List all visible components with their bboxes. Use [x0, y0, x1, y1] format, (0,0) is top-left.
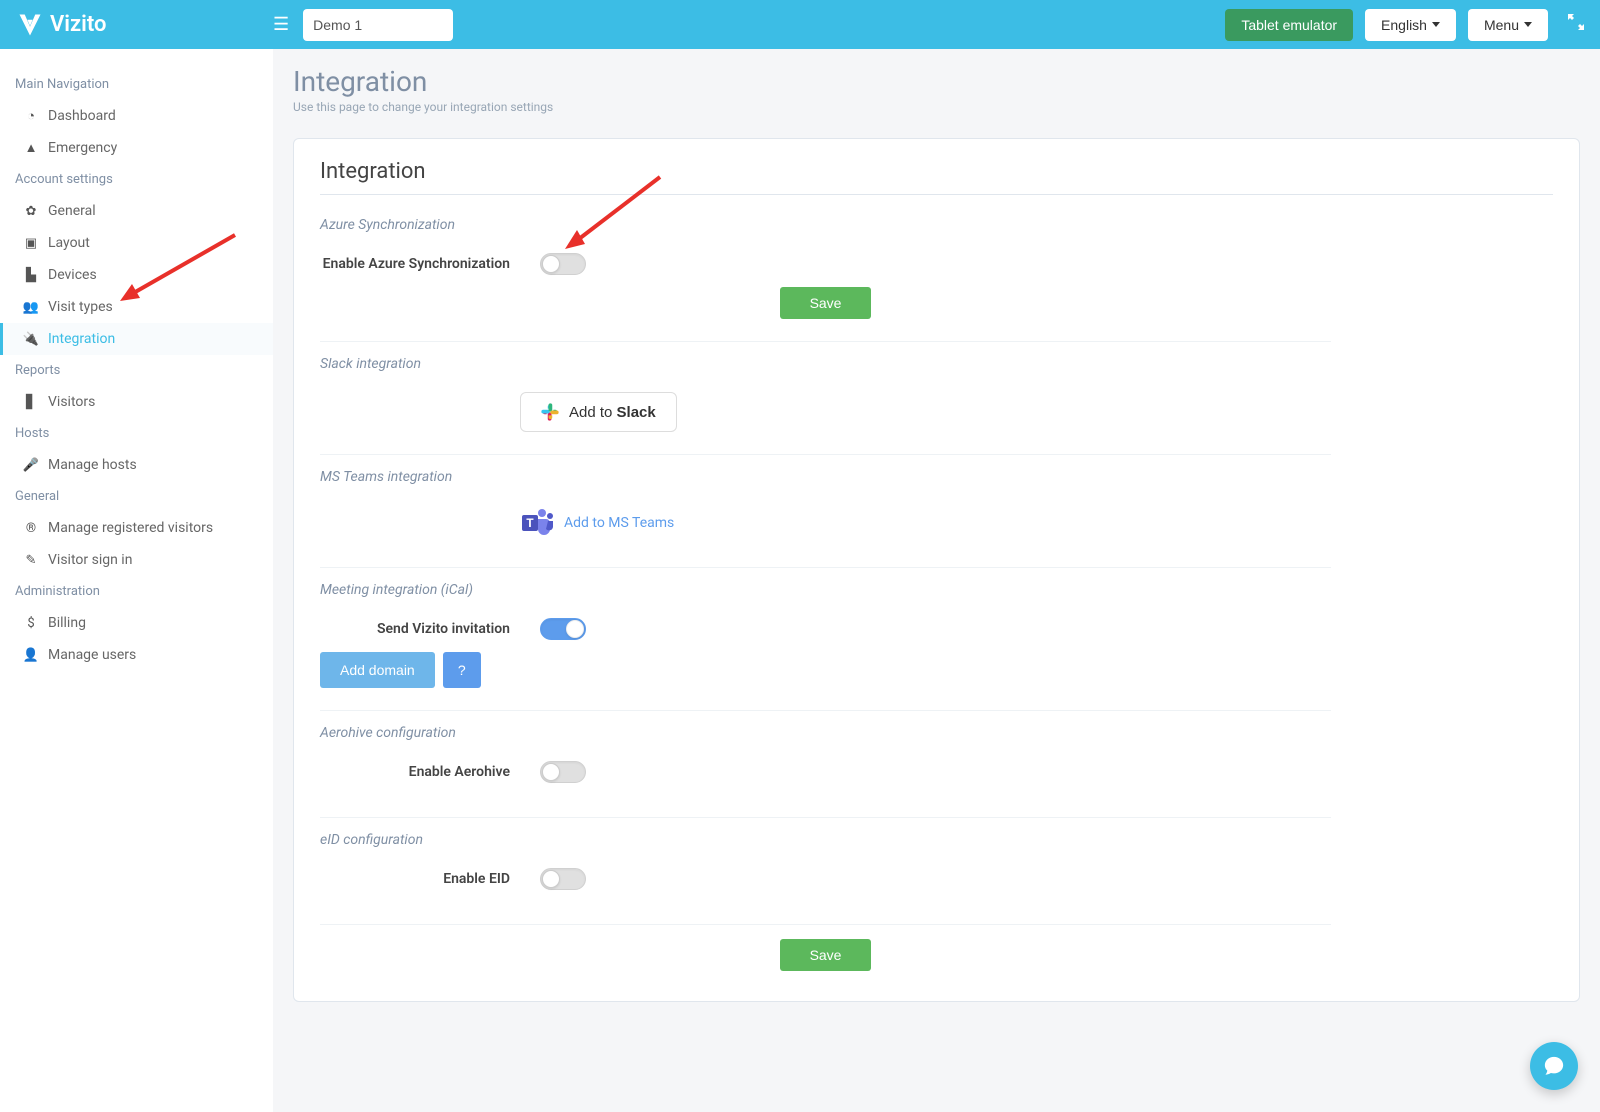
aerohive-toggle[interactable]: [540, 761, 586, 783]
logo-text: Vizito: [50, 12, 106, 37]
sidebar-item-devices[interactable]: ▙Devices: [0, 259, 273, 291]
fullscreen-icon[interactable]: [1568, 14, 1584, 35]
plug-icon: 🔌: [22, 332, 40, 347]
site-selector[interactable]: [303, 9, 453, 41]
chat-bubble-button[interactable]: [1530, 1042, 1578, 1090]
eid-toggle[interactable]: [540, 868, 586, 890]
teams-section: MS Teams integration T Add to MS Teams: [320, 455, 1331, 568]
users-icon: 👥: [22, 300, 40, 315]
dollar-icon: $: [22, 616, 40, 631]
hamburger-icon[interactable]: ☰: [273, 14, 289, 35]
tablet-emulator-button[interactable]: Tablet emulator: [1225, 9, 1353, 41]
sidebar-item-manage-users[interactable]: 👤Manage users: [0, 639, 273, 671]
sidebar: Main Navigation ◔Dashboard ▲Emergency Ac…: [0, 49, 273, 1112]
language-dropdown[interactable]: English: [1365, 9, 1456, 41]
sidebar-item-emergency[interactable]: ▲Emergency: [0, 132, 273, 164]
bottom-save-button[interactable]: Save: [780, 939, 872, 971]
sidebar-item-visit-types[interactable]: 👥Visit types: [0, 291, 273, 323]
aerohive-section-title: Aerohive configuration: [320, 725, 1331, 741]
eid-section: eID configuration Enable EID: [320, 818, 1331, 925]
user-plus-icon: 👤: [22, 648, 40, 663]
add-domain-button[interactable]: Add domain: [320, 652, 435, 688]
slack-icon: [541, 403, 559, 421]
ical-toggle[interactable]: [540, 618, 586, 640]
sidebar-item-manage-hosts[interactable]: 🎤Manage hosts: [0, 449, 273, 481]
teams-section-title: MS Teams integration: [320, 469, 1331, 485]
sidebar-item-visitor-signin[interactable]: ✎Visitor sign in: [0, 544, 273, 576]
nav-section-main: Main Navigation: [0, 69, 273, 100]
page-title: Integration: [293, 65, 1580, 98]
ical-toggle-label: Send Vizito invitation: [372, 621, 510, 637]
add-to-slack-button[interactable]: Add to Slack: [520, 392, 677, 432]
svg-text:T: T: [526, 516, 534, 530]
chat-icon: [1543, 1055, 1565, 1077]
sidebar-item-general[interactable]: ✿General: [0, 195, 273, 227]
vizito-logo-icon: [16, 11, 44, 39]
caret-down-icon: [1432, 22, 1440, 27]
teams-icon: T: [520, 505, 556, 541]
ical-section: Meeting integration (iCal) Send Vizito i…: [320, 568, 1331, 711]
mic-icon: 🎤: [22, 458, 40, 473]
page-subtitle: Use this page to change your integration…: [293, 100, 1580, 114]
header-right: Tablet emulator English Menu: [1225, 9, 1584, 41]
azure-section-title: Azure Synchronization: [320, 217, 1331, 233]
azure-toggle[interactable]: [540, 253, 586, 275]
panel-title: Integration: [320, 159, 1553, 195]
integration-panel: Integration Azure Synchronization Enable…: [293, 138, 1580, 1002]
nav-section-hosts: Hosts: [0, 418, 273, 449]
sidebar-item-registered-visitors[interactable]: ®Manage registered visitors: [0, 512, 273, 544]
sidebar-item-dashboard[interactable]: ◔Dashboard: [0, 100, 273, 132]
sidebar-item-integration[interactable]: 🔌Integration: [0, 323, 273, 355]
azure-section: Azure Synchronization Enable Azure Synch…: [320, 203, 1331, 342]
warning-icon: ▲: [22, 140, 40, 156]
slack-section-title: Slack integration: [320, 356, 1331, 372]
registered-icon: ®: [22, 521, 40, 536]
sidebar-item-visitors[interactable]: ▋Visitors: [0, 386, 273, 418]
eid-section-title: eID configuration: [320, 832, 1331, 848]
sidebar-item-layout[interactable]: ▣Layout: [0, 227, 273, 259]
sitemap-icon: ▙: [22, 268, 40, 283]
nav-section-admin: Administration: [0, 576, 273, 607]
top-header: Vizito ☰ Tablet emulator English Menu: [0, 0, 1600, 49]
nav-section-general: General: [0, 481, 273, 512]
caret-down-icon: [1524, 22, 1532, 27]
logo[interactable]: Vizito: [16, 11, 273, 39]
language-label: English: [1381, 17, 1427, 33]
book-icon: ▋: [22, 395, 40, 410]
gear-icon: ✿: [22, 204, 40, 219]
add-to-teams-link[interactable]: Add to MS Teams: [564, 515, 674, 531]
pencil-icon: ✎: [22, 553, 40, 568]
aerohive-toggle-label: Enable Aerohive: [400, 764, 510, 780]
azure-save-button[interactable]: Save: [780, 287, 872, 319]
ical-section-title: Meeting integration (iCal): [320, 582, 1331, 598]
main-content: Integration Use this page to change your…: [273, 49, 1600, 1042]
dashboard-icon: ◔: [22, 108, 40, 124]
menu-label: Menu: [1484, 17, 1519, 33]
nav-section-account: Account settings: [0, 164, 273, 195]
eid-toggle-label: Enable EID: [432, 871, 510, 887]
slack-section: Slack integration Add to Slack: [320, 342, 1331, 455]
image-icon: ▣: [22, 236, 40, 251]
menu-dropdown[interactable]: Menu: [1468, 9, 1548, 41]
nav-section-reports: Reports: [0, 355, 273, 386]
aerohive-section: Aerohive configuration Enable Aerohive: [320, 711, 1331, 818]
bottom-save-section: Save: [320, 925, 1331, 971]
help-button[interactable]: ?: [443, 652, 481, 688]
azure-toggle-label: Enable Azure Synchronization: [320, 256, 510, 272]
sidebar-item-billing[interactable]: $Billing: [0, 607, 273, 639]
